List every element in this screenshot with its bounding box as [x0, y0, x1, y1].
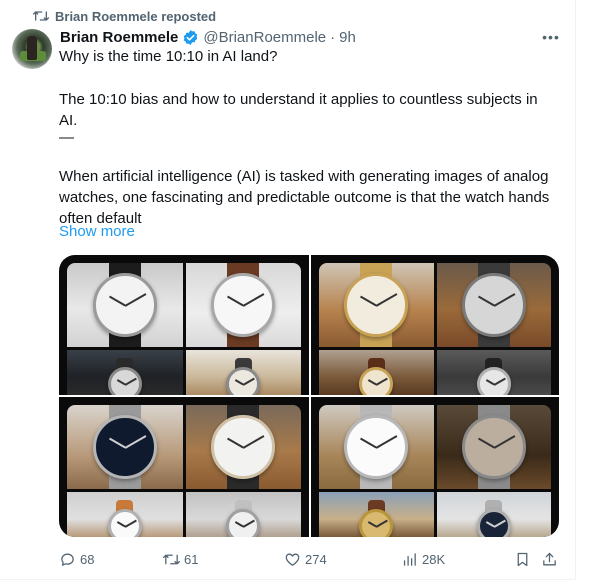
page-background	[577, 0, 600, 585]
like-button[interactable]: 274	[284, 549, 327, 569]
watch-photo	[67, 492, 183, 537]
watch-photo	[185, 263, 301, 347]
avatar[interactable]	[12, 29, 52, 69]
tweet-text-paragraph: When artificial intelligence (AI) is tas…	[59, 168, 550, 227]
watch-dial	[107, 366, 142, 395]
watch-photo	[319, 492, 434, 537]
watch-dial	[476, 508, 511, 537]
media-image[interactable]	[311, 397, 559, 537]
show-more-link[interactable]: Show more	[59, 223, 135, 240]
watch-photo	[319, 263, 434, 347]
views-count: 28K	[422, 551, 446, 567]
watch-photo	[436, 492, 551, 537]
watch-photo	[67, 350, 183, 395]
reply-button[interactable]: 68	[59, 549, 94, 569]
watch-photo	[436, 350, 551, 395]
tweet-card[interactable]: Brian Roemmele reposted Brian Roemmele @…	[0, 0, 576, 580]
author-handle[interactable]: @BrianRoemmele	[203, 29, 326, 46]
reply-count: 68	[80, 551, 95, 567]
heart-icon	[285, 553, 300, 566]
watch-photo	[319, 405, 434, 489]
watch-photo	[67, 263, 183, 347]
separator: ·	[330, 28, 336, 46]
watch-photo	[185, 350, 301, 395]
watch-photo	[436, 405, 551, 489]
repost-icon	[33, 11, 49, 21]
media-image[interactable]	[59, 397, 309, 537]
watch-dial	[226, 366, 261, 395]
tweet-text-divider: —	[59, 129, 74, 146]
media-image[interactable]	[59, 255, 309, 395]
reply-icon	[61, 553, 74, 566]
watch-photo	[319, 350, 434, 395]
share-button[interactable]	[541, 549, 558, 569]
watch-dial	[476, 366, 511, 395]
watch-dial	[226, 508, 261, 537]
bookmark-button[interactable]	[514, 549, 531, 569]
repost-indicator: Brian Roemmele reposted	[33, 8, 216, 24]
views-chart-icon	[403, 552, 416, 566]
watch-dial	[107, 508, 142, 537]
watch-dial	[359, 508, 394, 537]
repost-label[interactable]: Brian Roemmele reposted	[55, 9, 216, 24]
bookmark-icon	[517, 552, 528, 566]
watch-photo	[67, 405, 183, 489]
more-options-icon[interactable]: •••	[540, 28, 562, 46]
share-icon	[543, 552, 556, 565]
tweet-text-line: Why is the time 10:10 in AI land?	[59, 48, 278, 65]
repost-button[interactable]: 61	[163, 549, 198, 569]
repost-count: 61	[184, 551, 199, 567]
tweet-text-line: The 10:10 bias and how to understand it …	[59, 91, 538, 129]
media-image[interactable]	[311, 255, 559, 395]
watch-dial	[359, 366, 394, 395]
like-count: 274	[305, 551, 327, 567]
tweet-header: Brian Roemmele @BrianRoemmele · 9h	[60, 27, 356, 47]
views-button[interactable]: 28K	[401, 549, 445, 569]
action-bar: 68 61 274 28K	[59, 549, 559, 569]
watch-photo	[185, 405, 301, 489]
media-grid	[59, 255, 559, 537]
verified-badge-icon[interactable]	[182, 29, 199, 46]
author-name[interactable]: Brian Roemmele	[60, 29, 178, 46]
watch-photo	[436, 263, 551, 347]
watch-photo	[185, 492, 301, 537]
repost-icon	[163, 554, 180, 564]
tweet-time[interactable]: 9h	[339, 29, 356, 46]
